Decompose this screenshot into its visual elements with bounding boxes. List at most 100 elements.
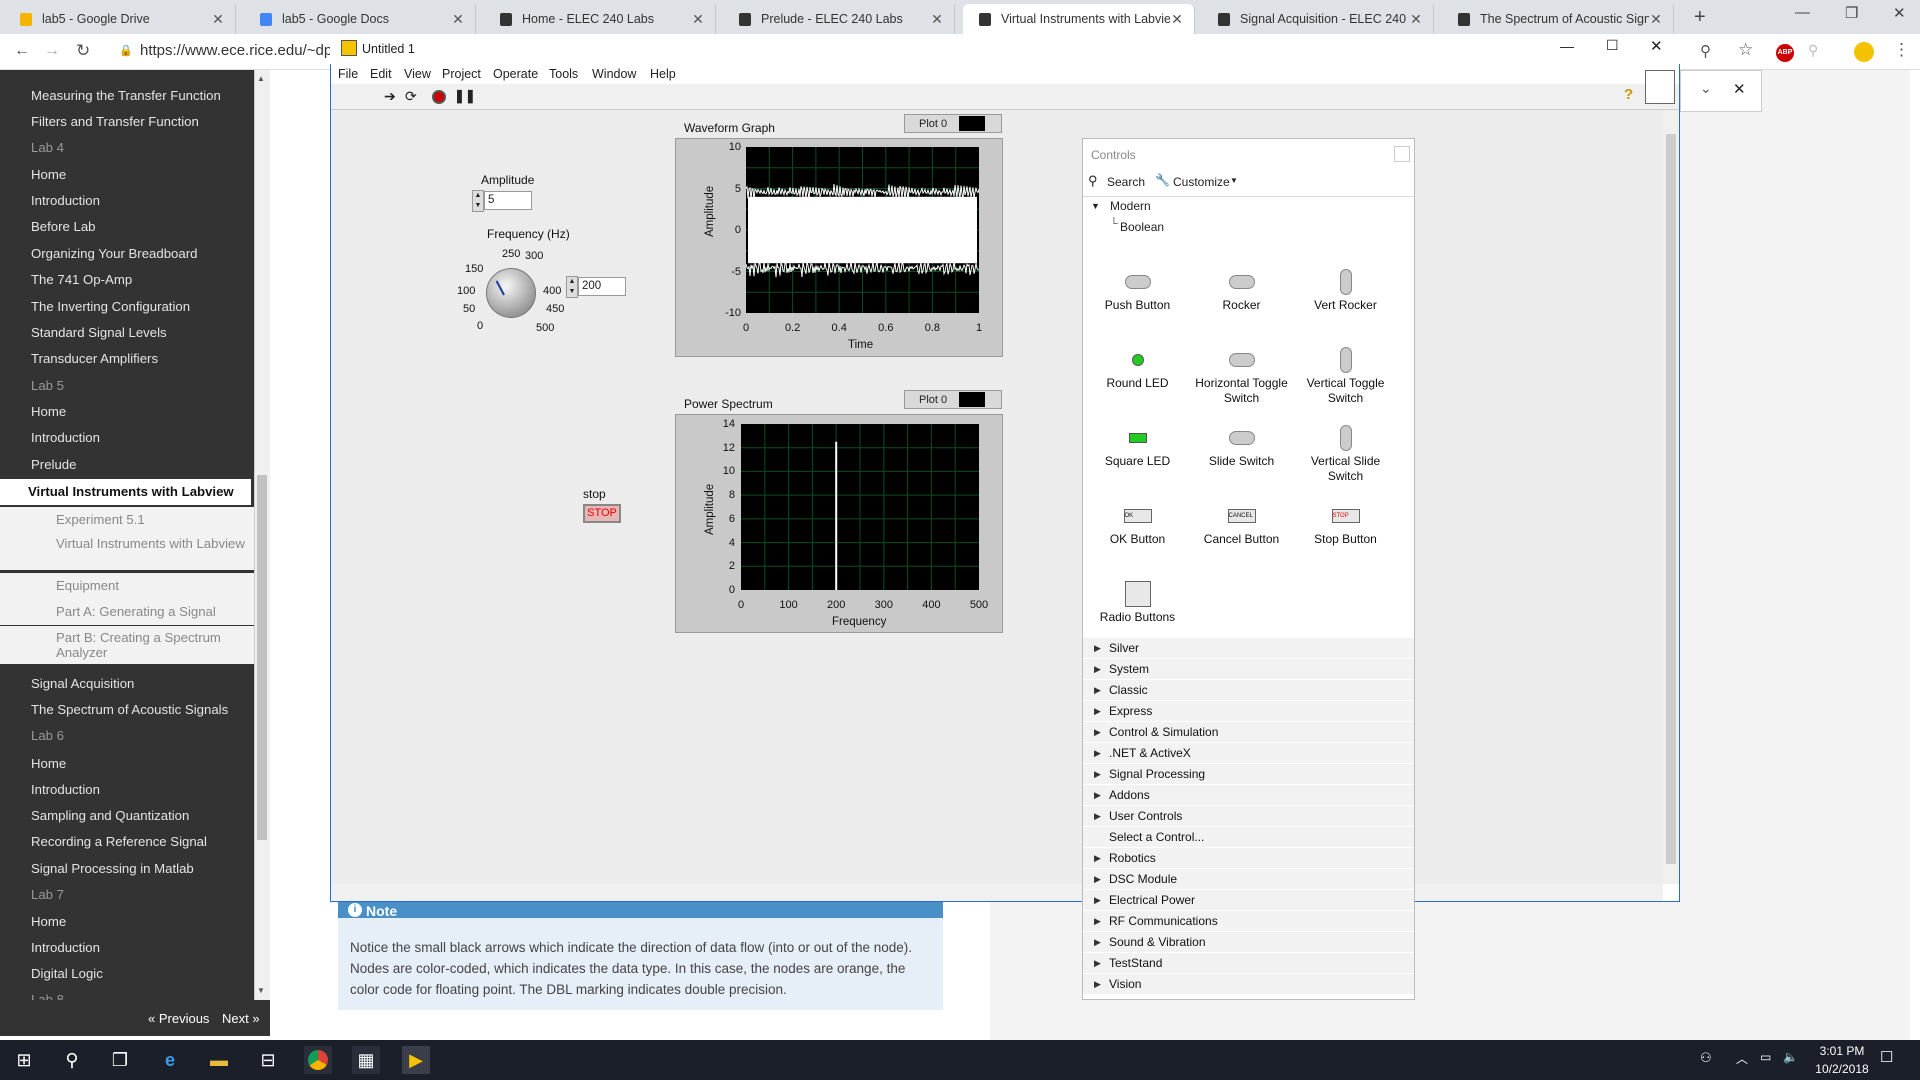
tab-close-icon[interactable]: ✕: [211, 11, 225, 28]
sidebar-item[interactable]: Before Lab: [0, 214, 254, 240]
sidebar-item[interactable]: The 741 Op-Amp: [0, 267, 254, 293]
lv-scroll-thumb[interactable]: [1666, 134, 1676, 864]
slide-switch-icon[interactable]: [1189, 423, 1294, 453]
sidebar-item[interactable]: Virtual Instruments with Labview: [0, 532, 254, 570]
expand-modern-icon[interactable]: ▼: [1091, 201, 1100, 211]
expand-arrow-icon[interactable]: ▶: [1094, 953, 1101, 974]
tab-close-icon[interactable]: ✕: [691, 11, 705, 28]
palette-item-label[interactable]: Slide Switch: [1189, 454, 1294, 469]
palette-item-label[interactable]: Horizontal Toggle Switch: [1189, 376, 1294, 406]
bookmark-star-icon[interactable]: ☆: [1738, 40, 1753, 60]
sidebar-item[interactable]: Transducer Amplifiers: [0, 346, 254, 372]
task-view-icon[interactable]: ❐: [106, 1046, 134, 1074]
browser-tab[interactable]: lab5 - Google Drive ✕: [4, 4, 236, 34]
expand-arrow-icon[interactable]: ▶: [1094, 932, 1101, 953]
pause-icon[interactable]: ❚❚: [454, 88, 476, 104]
people-icon[interactable]: ⚇: [1700, 1050, 1712, 1066]
browser-tab[interactable]: The Spectrum of Acoustic Signal ✕: [1442, 4, 1674, 34]
palette-category[interactable]: Select a Control...: [1083, 827, 1414, 848]
sidebar-item[interactable]: Prelude: [0, 452, 254, 478]
amplitude-input[interactable]: 5: [484, 191, 532, 210]
sidebar-item[interactable]: Experiment 5.1: [0, 507, 254, 533]
sidebar-item[interactable]: Part B: Creating a Spectrum Analyzer: [0, 626, 254, 664]
search-icon[interactable]: ⚲: [58, 1046, 86, 1074]
sidebar-item[interactable]: Introduction: [0, 425, 254, 451]
ok-button-icon[interactable]: OK: [1085, 501, 1190, 531]
avatar[interactable]: [1854, 42, 1874, 62]
expand-arrow-icon[interactable]: ▶: [1094, 869, 1101, 890]
menu-edit[interactable]: Edit: [370, 67, 392, 81]
scroll-up-icon[interactable]: ▲: [257, 74, 265, 83]
tab-close-icon[interactable]: ✕: [1170, 11, 1184, 28]
sidebar-item[interactable]: Introduction: [0, 935, 254, 961]
vi-icon[interactable]: [1645, 70, 1675, 104]
waveform-plot[interactable]: [746, 147, 979, 313]
expand-arrow-icon[interactable]: ▶: [1094, 764, 1101, 785]
labview-taskbar-icon[interactable]: ▶: [402, 1046, 430, 1074]
stop-button[interactable]: STOP: [583, 504, 621, 523]
menu-file[interactable]: File: [338, 67, 358, 81]
palette-category[interactable]: ▶ Signal Processing: [1083, 764, 1414, 785]
tree-modern[interactable]: Modern: [1110, 199, 1151, 213]
browser-tab[interactable]: Home - ELEC 240 Labs ✕: [484, 4, 716, 34]
expand-arrow-icon[interactable]: ▶: [1094, 911, 1101, 932]
palette-category[interactable]: ▶ Classic: [1083, 680, 1414, 701]
palette-category[interactable]: ▶ Vision: [1083, 974, 1414, 995]
vertical-toggle-icon[interactable]: [1293, 345, 1398, 375]
windows-start-icon[interactable]: ⊞: [10, 1046, 38, 1074]
menu-help[interactable]: Help: [650, 67, 676, 81]
tab-close-icon[interactable]: ✕: [1409, 11, 1423, 28]
palette-category[interactable]: ▶ .NET & ActiveX: [1083, 743, 1414, 764]
previous-link[interactable]: « Previous: [148, 1011, 209, 1026]
sidebar-item[interactable]: Part A: Generating a Signal: [0, 599, 254, 625]
palette-pin-icon[interactable]: [1394, 146, 1410, 162]
sidebar-item[interactable]: Home: [0, 399, 254, 425]
sidebar-scroll-thumb[interactable]: [257, 475, 267, 840]
next-link[interactable]: Next »: [222, 1011, 260, 1026]
palette-category[interactable]: ▶ Electrical Power: [1083, 890, 1414, 911]
scroll-down-icon[interactable]: ▼: [257, 986, 265, 995]
file-explorer-icon[interactable]: ▬: [205, 1046, 233, 1074]
sidebar-item[interactable]: Sampling and Quantization: [0, 803, 254, 829]
tray-chevron-icon[interactable]: ︿: [1736, 1050, 1748, 1067]
push-button-icon[interactable]: [1085, 267, 1190, 297]
palette-category[interactable]: ▶ Silver: [1083, 638, 1414, 659]
app-icon[interactable]: ▦: [352, 1046, 380, 1074]
restore-icon[interactable]: ❐: [1845, 4, 1858, 22]
menu-operate[interactable]: Operate: [493, 67, 538, 81]
sidebar-item[interactable]: Introduction: [0, 188, 254, 214]
search-ext-icon[interactable]: ⚲: [1808, 42, 1818, 59]
expand-arrow-icon[interactable]: ▶: [1094, 974, 1101, 995]
help-icon[interactable]: ?: [1624, 86, 1633, 103]
vertical-slide-icon[interactable]: [1293, 423, 1398, 453]
waveform-plot-legend[interactable]: Plot 0: [904, 114, 1002, 133]
tab-close-icon[interactable]: ✕: [1649, 11, 1663, 28]
sidebar-item[interactable]: Signal Processing in Matlab: [0, 856, 254, 882]
lv-maximize-icon[interactable]: ☐: [1606, 37, 1619, 54]
expand-arrow-icon[interactable]: ▶: [1094, 743, 1101, 764]
sidebar-item[interactable]: Digital Logic: [0, 961, 254, 987]
lv-close-icon[interactable]: ✕: [1650, 37, 1663, 55]
palette-item-label[interactable]: Vert Rocker: [1293, 298, 1398, 313]
sidebar-item[interactable]: Signal Acquisition: [0, 671, 254, 697]
palette-item-label[interactable]: Round LED: [1085, 376, 1190, 391]
expand-arrow-icon[interactable]: ▶: [1094, 785, 1101, 806]
tab-close-icon[interactable]: ✕: [451, 11, 465, 28]
sidebar-item[interactable]: Home: [0, 909, 254, 935]
sidebar-item[interactable]: Measuring the Transfer Function: [0, 83, 254, 109]
expand-arrow-icon[interactable]: ▶: [1094, 680, 1101, 701]
sidebar-item[interactable]: Equipment: [0, 573, 254, 599]
palette-category[interactable]: ▶ TestStand: [1083, 953, 1414, 974]
expand-arrow-icon[interactable]: ▶: [1094, 890, 1101, 911]
close-icon[interactable]: ✕: [1893, 4, 1906, 22]
rocker-icon[interactable]: [1189, 267, 1294, 297]
palette-item-label[interactable]: Vertical Toggle Switch: [1293, 376, 1398, 406]
address-bar[interactable]: https://www.ece.rice.edu/~dpr: [140, 42, 337, 59]
palette-item-label[interactable]: Vertical Slide Switch: [1293, 454, 1398, 484]
network-icon[interactable]: ▭: [1760, 1050, 1771, 1064]
cancel-button-icon[interactable]: CANCEL: [1189, 501, 1294, 531]
sidebar-item[interactable]: The Inverting Configuration: [0, 294, 254, 320]
palette-search-button[interactable]: Search: [1107, 175, 1145, 189]
browser-tab[interactable]: Virtual Instruments with Labview ✕: [963, 4, 1195, 34]
run-arrow-icon[interactable]: ➔: [384, 88, 396, 105]
